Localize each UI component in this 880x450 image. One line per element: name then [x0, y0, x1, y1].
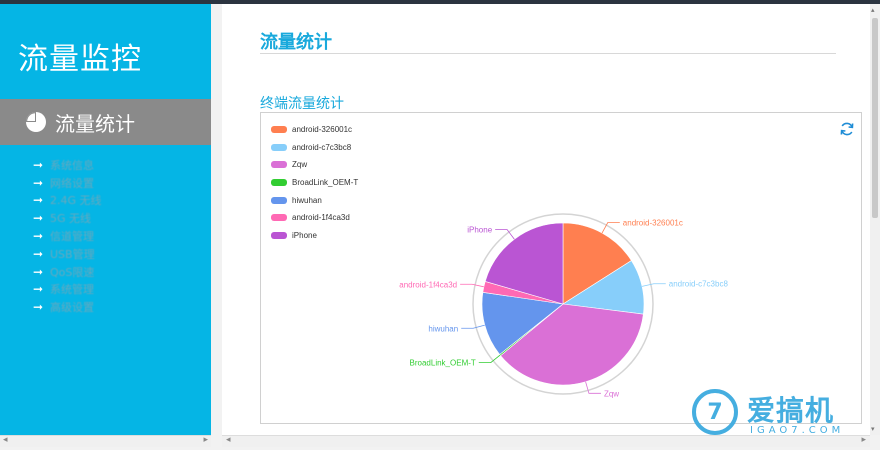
scroll-left-icon[interactable]: ◂ — [3, 435, 8, 445]
arrow-right-icon: ➞ — [33, 193, 44, 208]
menu-item-label: QoS限速 — [50, 265, 95, 279]
chart-panel: android-326001c android-c7c3bc8 Zqw BroadLi… — [260, 112, 862, 424]
menu-item-label: 5G 无线 — [50, 212, 92, 226]
nav-item-traffic-stats[interactable]: 流量统计 — [0, 99, 211, 145]
sidebar: 流量监控 流量统计 ➞ 系统信息 ➞ 网络设置 ➞ 2.4G 无线 ➞ 5G 无线 ➞ 信… — [0, 4, 211, 435]
watermark-mark: 7 — [692, 389, 738, 435]
pie-label: Zqw — [604, 389, 619, 398]
main-content: 流量统计 终端流量统计 android-326001c android-c7c3b… — [222, 4, 870, 435]
menu-item-channel[interactable]: ➞ 信道管理 — [33, 227, 102, 245]
section-title: 终端流量统计 — [260, 96, 344, 112]
pie-label: hiwuhan — [428, 324, 458, 333]
menu-item-wifi-5g[interactable]: ➞ 5G 无线 — [33, 209, 102, 227]
arrow-right-icon: ➞ — [33, 246, 44, 261]
pie-label-line — [641, 283, 666, 287]
watermark-logo: 7 爱搞机 IGAO7.COM — [692, 387, 872, 447]
watermark-subtext: IGAO7.COM — [750, 425, 845, 436]
arrow-right-icon: ➞ — [33, 282, 44, 297]
menu-item-wifi-24g[interactable]: ➞ 2.4G 无线 — [33, 192, 102, 210]
sidebar-horizontal-scrollbar[interactable]: ◂ ▸ — [0, 435, 211, 447]
menu-item-label: 网络设置 — [50, 176, 94, 190]
arrow-right-icon: ➞ — [33, 300, 44, 315]
nav-item-label: 流量统计 — [55, 111, 135, 136]
pie-label: android-c7c3bc8 — [669, 280, 729, 289]
menu-item-advanced[interactable]: ➞ 高级设置 — [33, 298, 102, 316]
arrow-right-icon: ➞ — [33, 229, 44, 244]
sidebar-menu: ➞ 系统信息 ➞ 网络设置 ➞ 2.4G 无线 ➞ 5G 无线 ➞ 信道管理 ➞ USB管理… — [33, 156, 102, 316]
pie-label: android-326001c — [623, 219, 683, 228]
menu-item-label: 系统信息 — [50, 158, 94, 172]
pie-label: iPhone — [467, 226, 492, 235]
menu-item-label: 高级设置 — [50, 301, 94, 315]
menu-item-system-admin[interactable]: ➞ 系统管理 — [33, 281, 102, 299]
brand-title: 流量监控 — [18, 42, 142, 77]
scroll-right-icon[interactable]: ▸ — [203, 435, 208, 445]
title-divider — [260, 53, 836, 54]
scrollbar-thumb[interactable] — [872, 18, 878, 218]
menu-item-system-info[interactable]: ➞ 系统信息 — [33, 156, 102, 174]
arrow-right-icon: ➞ — [33, 157, 44, 172]
pie-label-line — [460, 283, 484, 288]
menu-item-label: 系统管理 — [50, 283, 94, 297]
menu-item-network[interactable]: ➞ 网络设置 — [33, 174, 102, 192]
pie-label-line — [461, 324, 485, 329]
page-title: 流量统计 — [260, 32, 332, 53]
pie-chart-icon — [26, 112, 46, 132]
menu-item-usb[interactable]: ➞ USB管理 — [33, 245, 102, 263]
watermark-text: 爱搞机 — [747, 394, 835, 427]
pie-label-line — [585, 381, 601, 394]
scroll-up-icon[interactable]: ▴ — [871, 6, 875, 14]
scroll-left-icon[interactable]: ◂ — [226, 435, 231, 445]
arrow-right-icon: ➞ — [33, 264, 44, 279]
pie-label: android-1f4ca3d — [399, 280, 457, 289]
arrow-right-icon: ➞ — [33, 211, 44, 226]
menu-item-label: 信道管理 — [50, 230, 94, 244]
pie-label: BroadLink_OEM-T — [410, 359, 476, 368]
menu-item-label: USB管理 — [50, 247, 95, 261]
app-window: 流量监控 流量统计 ➞ 系统信息 ➞ 网络设置 ➞ 2.4G 无线 ➞ 5G 无线 ➞ 信… — [0, 4, 880, 450]
vertical-scrollbar[interactable]: ▴ ▾ — [870, 4, 880, 435]
pie-chart: android-326001c android-c7c3bc8 Zqw BroadLi… — [399, 213, 729, 398]
arrow-right-icon: ➞ — [33, 175, 44, 190]
menu-item-qos[interactable]: ➞ QoS限速 — [33, 263, 102, 281]
menu-item-label: 2.4G 无线 — [50, 194, 102, 208]
